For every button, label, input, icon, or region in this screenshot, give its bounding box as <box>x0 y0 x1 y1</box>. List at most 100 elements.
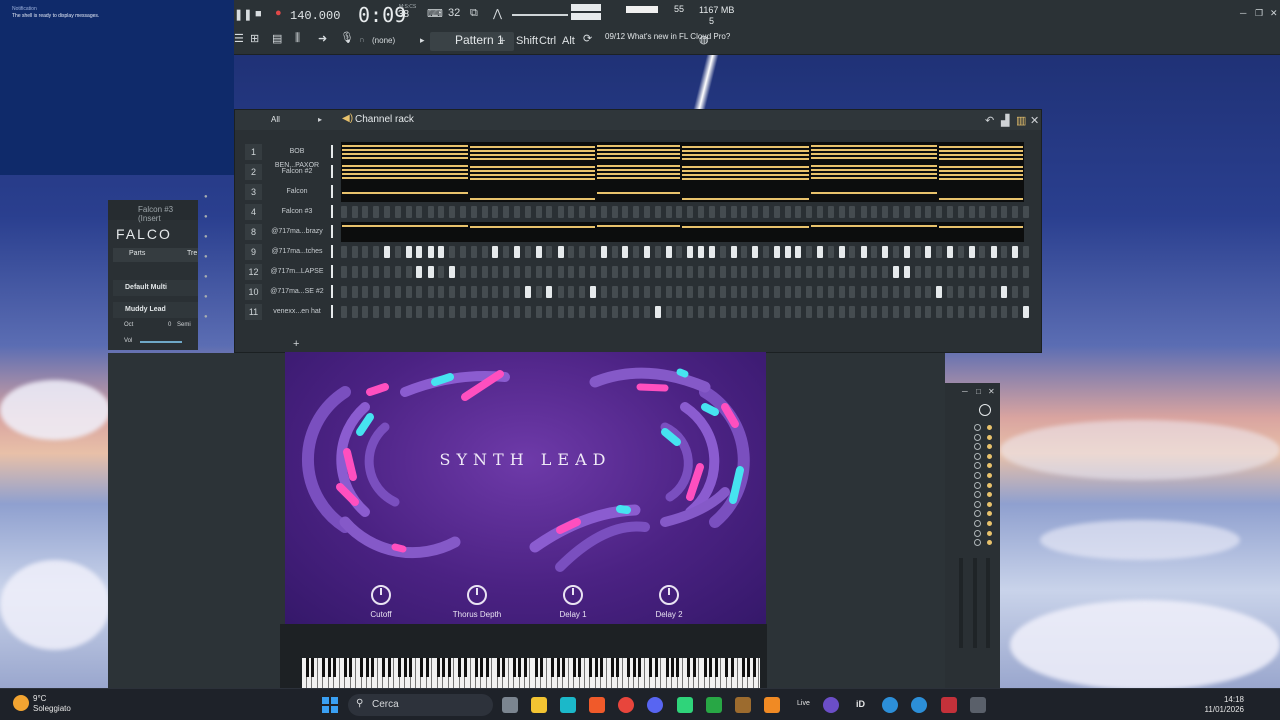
fl-studio-icon[interactable] <box>764 697 780 713</box>
step-button[interactable] <box>362 206 369 218</box>
step-button[interactable] <box>871 266 878 278</box>
step-button[interactable] <box>849 246 856 258</box>
step-button[interactable] <box>449 246 455 258</box>
step-button[interactable] <box>936 266 942 278</box>
piano-white-key[interactable] <box>449 658 455 690</box>
step-button[interactable] <box>698 266 705 278</box>
file-explorer-icon[interactable] <box>531 697 547 713</box>
step-button[interactable] <box>828 206 834 218</box>
mixer-send-knob[interactable] <box>974 520 981 527</box>
news-icon[interactable]: ⟳ <box>583 32 592 45</box>
piano-white-key[interactable] <box>373 658 378 690</box>
step-button[interactable] <box>341 306 347 318</box>
step-button[interactable] <box>871 246 878 258</box>
channel-select-led[interactable] <box>331 265 333 278</box>
channel-row[interactable]: 1 BOB BEN...PAXOR <box>235 142 1043 169</box>
piano-white-key[interactable] <box>411 658 416 690</box>
channel-name[interactable]: venexx...en hat <box>269 305 325 319</box>
step-button[interactable] <box>698 246 705 258</box>
step-button[interactable] <box>914 266 921 278</box>
app-icon[interactable] <box>560 697 576 713</box>
step-button[interactable] <box>979 286 986 298</box>
step-button[interactable] <box>341 266 347 278</box>
step-button[interactable] <box>925 286 932 298</box>
step-button[interactable] <box>860 286 867 298</box>
step-button[interactable] <box>838 206 845 218</box>
step-button[interactable] <box>395 286 401 298</box>
channel-row[interactable]: 8 @717ma...brazy <box>235 222 1043 242</box>
step-button[interactable] <box>860 266 867 278</box>
mixer-led[interactable] <box>987 434 992 440</box>
step-button[interactable] <box>903 286 910 298</box>
channel-number[interactable]: 4 <box>245 204 262 220</box>
step-button[interactable] <box>481 266 488 278</box>
step-button[interactable] <box>784 266 791 278</box>
step-button[interactable] <box>860 246 867 258</box>
mute-icon[interactable]: ● ● ● ● ● ● ● <box>204 187 208 327</box>
step-button[interactable] <box>730 306 737 318</box>
step-button[interactable] <box>914 306 921 318</box>
step-button[interactable] <box>925 206 932 218</box>
step-button[interactable] <box>795 206 802 218</box>
channel-number[interactable]: 2 <box>245 164 262 180</box>
step-button[interactable] <box>557 266 564 278</box>
weather-icon[interactable] <box>13 695 29 711</box>
step-button[interactable] <box>470 206 477 218</box>
step-button[interactable] <box>968 206 975 218</box>
step-button[interactable] <box>535 306 542 318</box>
step-button[interactable] <box>838 286 845 298</box>
step-button[interactable] <box>719 286 726 298</box>
delay1-knob[interactable] <box>563 585 583 605</box>
oct-value[interactable]: 0 <box>168 322 171 328</box>
step-button[interactable] <box>1022 206 1029 218</box>
step-button[interactable] <box>470 286 477 298</box>
step-button[interactable] <box>481 306 488 318</box>
piano-white-key[interactable] <box>602 658 607 690</box>
step-button[interactable] <box>871 306 878 318</box>
channel-row[interactable]: 4 Falcon #3 <box>235 202 1043 222</box>
app-icon[interactable] <box>941 697 957 713</box>
step-button[interactable] <box>546 246 553 258</box>
step-button[interactable] <box>1001 306 1008 318</box>
step-button[interactable] <box>676 206 683 218</box>
piano-white-key[interactable] <box>694 658 700 690</box>
step-button[interactable] <box>752 286 759 298</box>
step-button[interactable] <box>762 266 769 278</box>
step-button[interactable] <box>708 306 715 318</box>
step-button[interactable] <box>524 286 531 298</box>
step-button[interactable] <box>957 306 964 318</box>
mixer-send-knob[interactable] <box>974 424 981 431</box>
step-button[interactable] <box>373 246 380 258</box>
news-panel[interactable]: 09/12 What's new in FL Cloud Pro? <box>605 32 730 42</box>
step-button[interactable] <box>719 306 726 318</box>
channel-number[interactable]: 8 <box>245 224 262 240</box>
step-button[interactable] <box>882 206 888 218</box>
mixer-minimize-icon[interactable]: ─ <box>962 387 968 396</box>
step-button[interactable] <box>449 266 455 278</box>
mic-target-label[interactable]: (none) <box>372 36 395 45</box>
step-button[interactable] <box>503 266 509 278</box>
step-button[interactable] <box>665 266 672 278</box>
windows-start-icon[interactable] <box>322 697 338 713</box>
step-button[interactable] <box>774 266 780 278</box>
step-button[interactable] <box>676 266 683 278</box>
step-button[interactable] <box>449 206 455 218</box>
step-button[interactable] <box>427 206 434 218</box>
step-button[interactable] <box>903 206 910 218</box>
step-button[interactable] <box>828 246 834 258</box>
step-button[interactable] <box>524 266 531 278</box>
metronome-icon[interactable]: ⋀ <box>493 7 502 20</box>
step-button[interactable] <box>752 206 759 218</box>
master-volume-slider[interactable] <box>512 14 568 16</box>
mixer-send-knob[interactable] <box>974 529 981 537</box>
piano-roll-icon[interactable]: ⊞ <box>250 32 259 45</box>
channel-name[interactable]: @717ma...tches <box>269 245 325 259</box>
mixer-send-knob[interactable] <box>974 443 981 451</box>
step-button[interactable] <box>546 306 553 318</box>
step-button[interactable] <box>817 266 824 278</box>
step-button[interactable] <box>600 206 607 218</box>
step-button[interactable] <box>947 266 954 278</box>
step-button[interactable] <box>578 206 585 218</box>
app-icon[interactable] <box>823 697 839 713</box>
step-button[interactable] <box>968 266 975 278</box>
